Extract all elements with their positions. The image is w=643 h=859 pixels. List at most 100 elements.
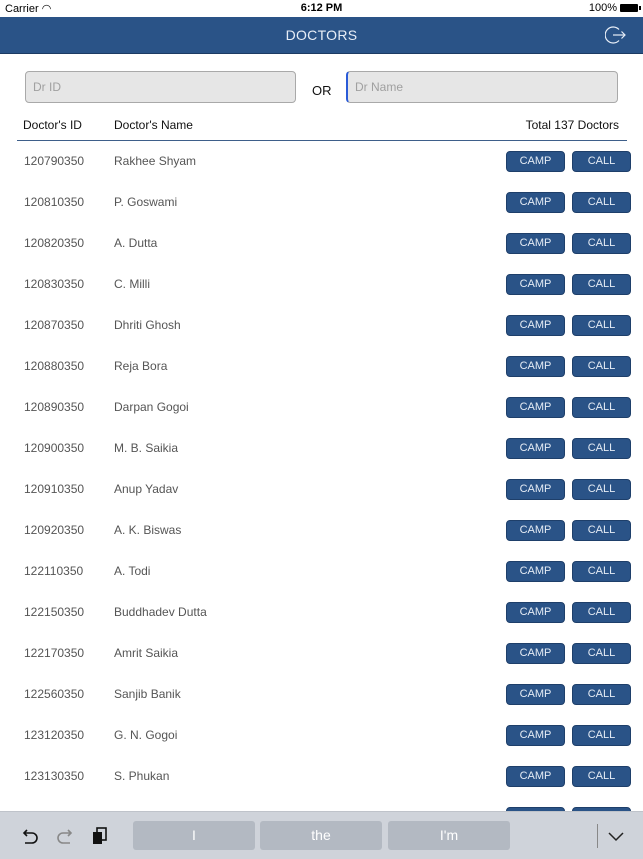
- hide-keyboard-chevron-down-icon[interactable]: [606, 826, 626, 846]
- paste-icon[interactable]: [90, 826, 110, 846]
- call-button[interactable]: CALL: [572, 315, 631, 336]
- doctor-row[interactable]: 120890350 Darpan Gogoi CAMP CALL: [0, 387, 643, 428]
- doctor-name-input[interactable]: [346, 71, 618, 103]
- call-button[interactable]: CALL: [572, 520, 631, 541]
- doctor-name: G. N. Gogoi: [114, 728, 178, 742]
- doctor-name: Sanjib Banik: [114, 687, 181, 701]
- camp-button[interactable]: CAMP: [506, 315, 565, 336]
- doctor-row[interactable]: 120920350 A. K. Biswas CAMP CALL: [0, 510, 643, 551]
- column-header-id: Doctor's ID: [23, 118, 82, 132]
- call-button[interactable]: CALL: [572, 684, 631, 705]
- doctor-id: 122150350: [24, 605, 85, 619]
- doctor-id: 122560350: [24, 687, 85, 701]
- doctor-row[interactable]: CAMPCALL: [0, 797, 643, 811]
- status-time: 6:12 PM: [300, 2, 343, 14]
- doctor-row[interactable]: 122110350 A. Todi CAMP CALL: [0, 551, 643, 592]
- doctor-id: 120890350: [24, 400, 85, 414]
- camp-button[interactable]: CAMP: [506, 684, 565, 705]
- doctor-row[interactable]: 122560350 Sanjib Banik CAMP CALL: [0, 674, 643, 715]
- camp-button[interactable]: CAMP: [506, 151, 565, 172]
- doctor-row[interactable]: 120870350 Dhriti Ghosh CAMP CALL: [0, 305, 643, 346]
- doctor-row[interactable]: 120820350 A. Dutta CAMP CALL: [0, 223, 643, 264]
- keyboard-divider: [597, 824, 598, 848]
- redo-icon[interactable]: [55, 826, 75, 846]
- call-button[interactable]: CALL: [572, 274, 631, 295]
- doctor-name: M. B. Saikia: [114, 441, 179, 455]
- camp-button[interactable]: CAMP: [506, 766, 565, 787]
- doctor-row[interactable]: 122170350 Amrit Saikia CAMP CALL: [0, 633, 643, 674]
- camp-button[interactable]: CAMP: [506, 192, 565, 213]
- doctor-row[interactable]: 123120350 G. N. Gogoi CAMP CALL: [0, 715, 643, 756]
- doctor-row[interactable]: 122150350 Buddhadev Dutta CAMP CALL: [0, 592, 643, 633]
- doctor-id: 120920350: [24, 523, 85, 537]
- suggestion-1[interactable]: I: [133, 821, 255, 850]
- call-button[interactable]: CALL: [572, 479, 631, 500]
- navigation-bar: DOCTORS: [0, 17, 643, 54]
- suggestion-2[interactable]: the: [260, 821, 382, 850]
- doctor-name: P. Goswami: [114, 195, 178, 209]
- camp-button[interactable]: CAMP: [506, 725, 565, 746]
- call-button[interactable]: CALL: [572, 438, 631, 459]
- doctor-id: 120880350: [24, 359, 85, 373]
- battery-icon: [620, 4, 641, 12]
- doctor-row[interactable]: 120880350 Reja Bora CAMP CALL: [0, 346, 643, 387]
- doctor-row[interactable]: 120900350 M. B. Saikia CAMP CALL: [0, 428, 643, 469]
- doctor-id: 123130350: [24, 769, 85, 783]
- doctor-id: 120830350: [24, 277, 85, 291]
- call-button[interactable]: CALL: [572, 725, 631, 746]
- camp-button[interactable]: CAMP: [506, 602, 565, 623]
- page-title: DOCTORS: [285, 27, 358, 43]
- doctor-name: Darpan Gogoi: [114, 400, 189, 414]
- doctor-name: Buddhadev Dutta: [114, 605, 207, 619]
- suggestion-3[interactable]: I'm: [388, 821, 510, 850]
- call-button[interactable]: CALL: [572, 233, 631, 254]
- camp-button[interactable]: CAMP: [506, 643, 565, 664]
- table-header: Doctor's ID Doctor's Name Total 137 Doct…: [0, 118, 643, 138]
- camp-button[interactable]: CAMP: [506, 561, 565, 582]
- doctor-name: Anup Yadav: [114, 482, 179, 496]
- doctor-name: A. K. Biswas: [114, 523, 182, 537]
- doctor-id-input[interactable]: [25, 71, 296, 103]
- call-button[interactable]: CALL: [572, 602, 631, 623]
- camp-button[interactable]: CAMP: [506, 356, 565, 377]
- doctor-name: A. Dutta: [114, 236, 158, 250]
- call-button[interactable]: CALL: [572, 151, 631, 172]
- call-button[interactable]: CALL: [572, 397, 631, 418]
- camp-button[interactable]: CAMP: [506, 520, 565, 541]
- doctor-id: 120790350: [24, 154, 85, 168]
- camp-button[interactable]: CAMP: [506, 438, 565, 459]
- camp-button[interactable]: CAMP: [506, 233, 565, 254]
- doctor-name: Rakhee Shyam: [114, 154, 197, 168]
- camp-button[interactable]: CAMP: [506, 479, 565, 500]
- doctor-name: Amrit Saikia: [114, 646, 179, 660]
- keyboard-shortcut-bar: I the I'm: [0, 811, 643, 859]
- doctor-list[interactable]: 120790350 Rakhee Shyam CAMP CALL 120810350 P.…: [0, 141, 643, 811]
- call-button[interactable]: CALL: [572, 192, 631, 213]
- undo-icon[interactable]: [20, 826, 40, 846]
- column-header-name: Doctor's Name: [114, 118, 193, 132]
- doctor-row[interactable]: 123130350 S. Phukan CAMP CALL: [0, 756, 643, 797]
- doctor-id: 120870350: [24, 318, 85, 332]
- call-button[interactable]: CALL: [572, 356, 631, 377]
- doctor-name: S. Phukan: [114, 769, 170, 783]
- doctor-id: 123120350: [24, 728, 85, 742]
- status-bar: Carrier ◠ 6:12 PM 100%: [0, 0, 643, 17]
- doctor-name: C. Milli: [114, 277, 150, 291]
- doctor-name: Reja Bora: [114, 359, 168, 373]
- doctor-name: A. Todi: [114, 564, 151, 578]
- camp-button[interactable]: CAMP: [506, 274, 565, 295]
- doctor-id: 120820350: [24, 236, 85, 250]
- logout-icon[interactable]: [605, 24, 627, 46]
- doctor-row[interactable]: 120810350 P. Goswami CAMP CALL: [0, 182, 643, 223]
- total-doctors-count: Total 137 Doctors: [525, 118, 619, 132]
- call-button[interactable]: CALL: [572, 643, 631, 664]
- search-row: OR: [0, 71, 643, 105]
- doctor-row[interactable]: 120790350 Rakhee Shyam CAMP CALL: [0, 141, 643, 182]
- call-button[interactable]: CALL: [572, 766, 631, 787]
- camp-button[interactable]: CAMP: [506, 397, 565, 418]
- call-button[interactable]: CALL: [572, 561, 631, 582]
- doctor-id: 122110350: [24, 564, 84, 578]
- doctor-row[interactable]: 120830350 C. Milli CAMP CALL: [0, 264, 643, 305]
- doctor-row[interactable]: 120910350 Anup Yadav CAMP CALL: [0, 469, 643, 510]
- doctor-id: 120810350: [24, 195, 85, 209]
